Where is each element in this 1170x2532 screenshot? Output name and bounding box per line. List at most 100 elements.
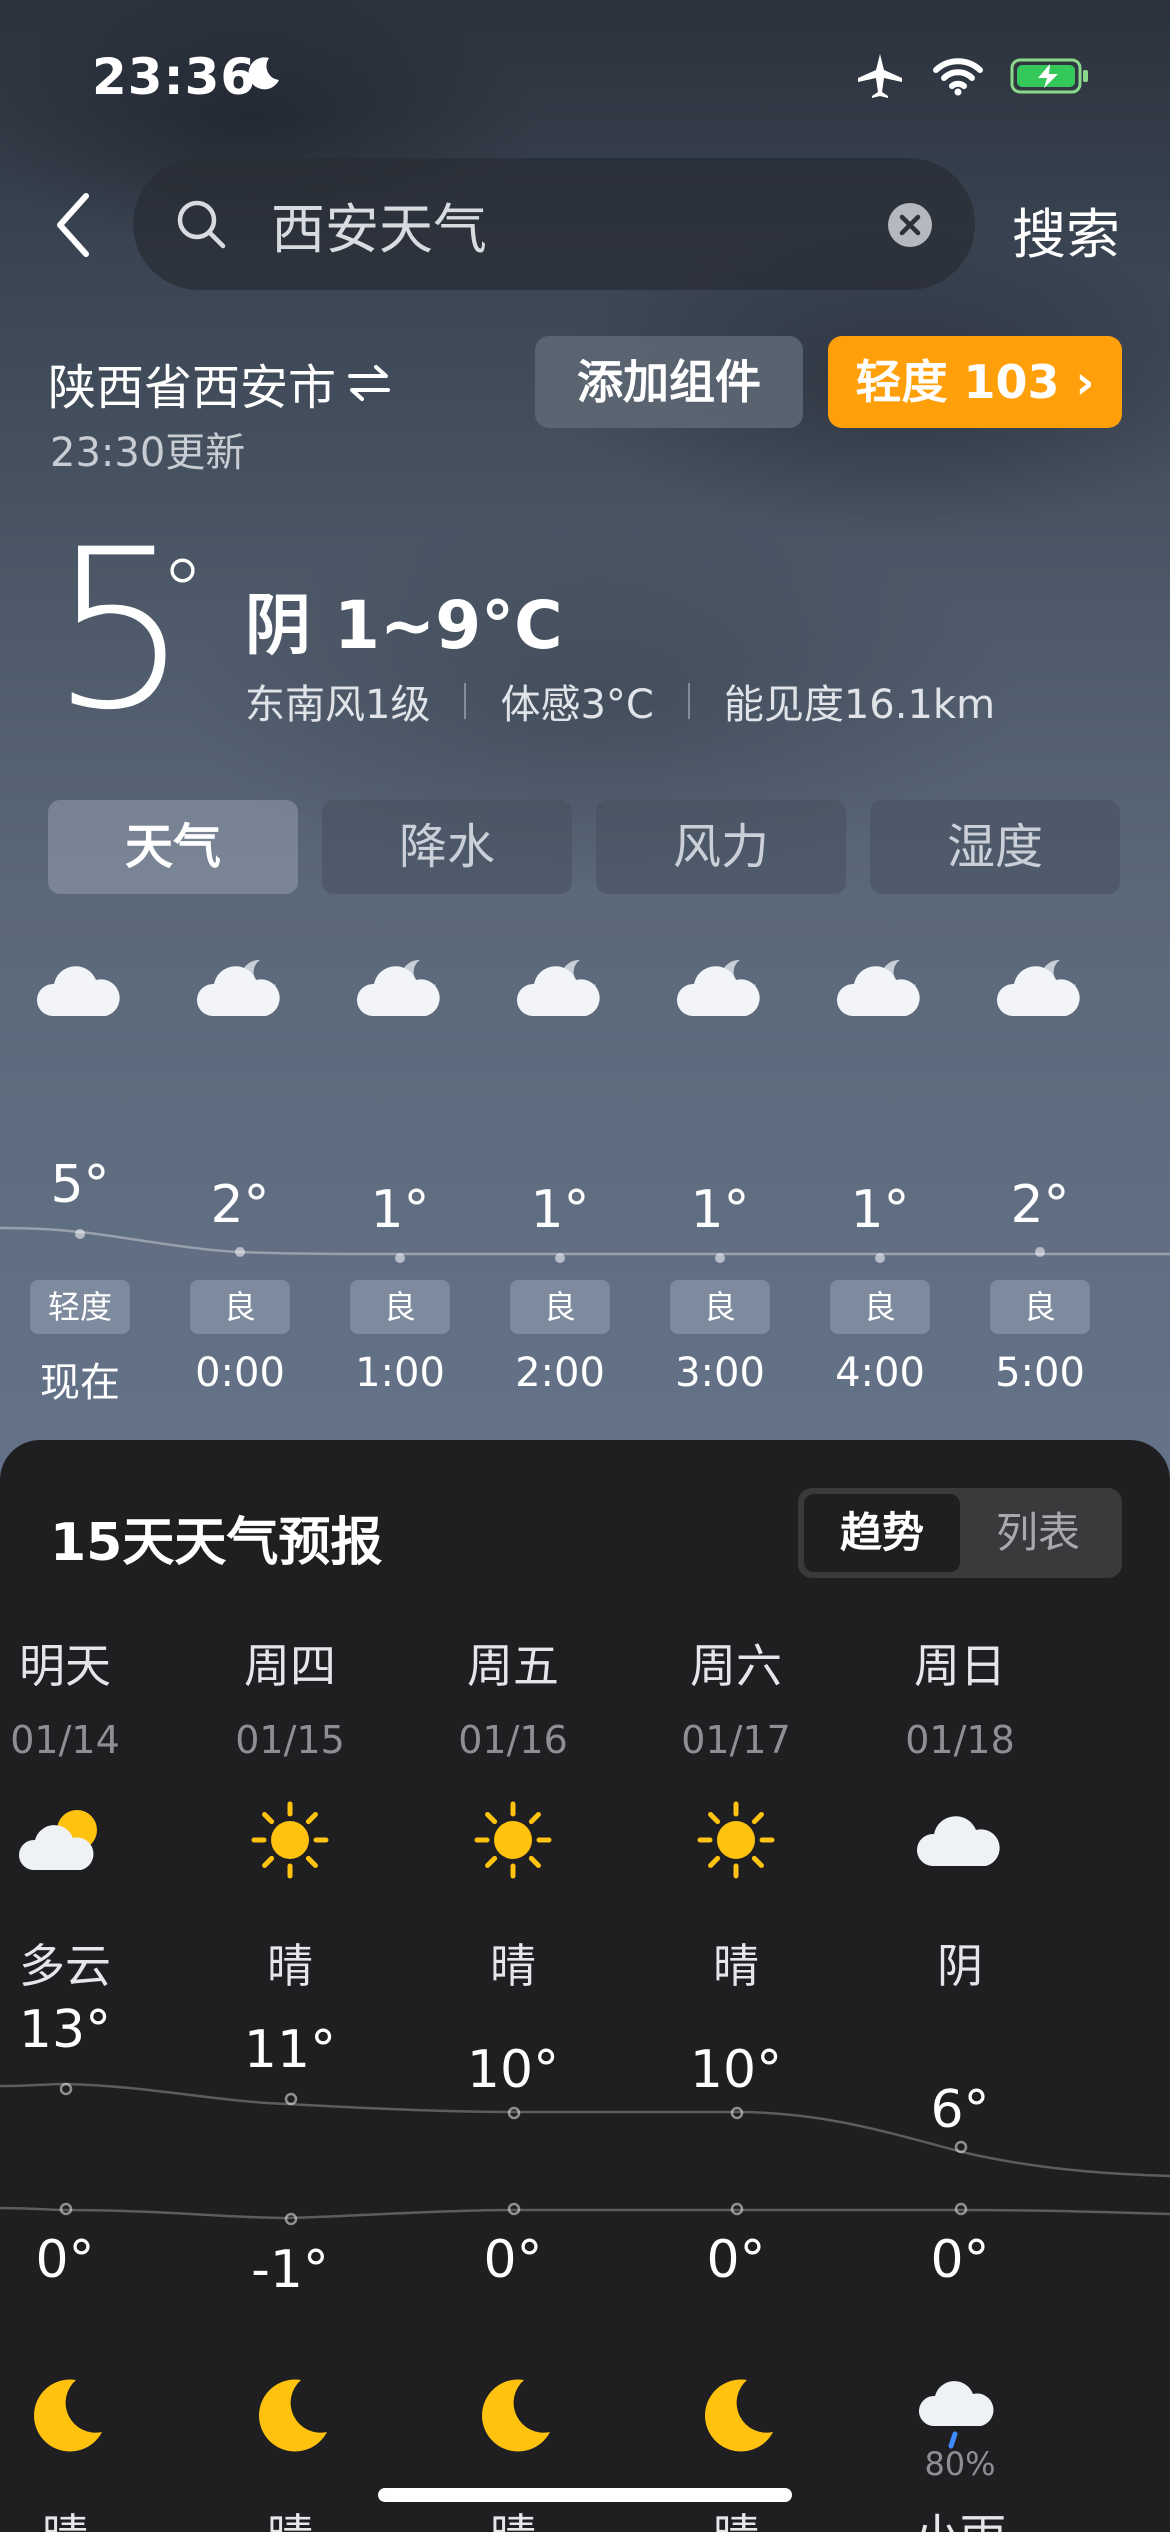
search-button[interactable]: 搜索 [1012,190,1120,269]
cloud-icon [36,966,120,1016]
day-name: 周六 [690,1639,782,1693]
moon-icon [705,2379,773,2452]
battery-charging-icon [1010,58,1088,94]
low-dot [59,2202,73,2216]
cloudy-night-icon [996,959,1080,1016]
status-icons [854,52,1090,100]
precip-probability: 80% [924,2445,996,2483]
day-low-temp: -1° [251,2240,329,2300]
hourly-aqi-badge: 良 [510,1280,610,1334]
sun-icon [474,1801,552,1879]
day-condition: 晴 [267,1939,313,1993]
divider [464,683,467,719]
day-date: 01/18 [905,1718,1015,1762]
day-date: 01/15 [235,1718,345,1762]
search-input[interactable]: 西安天气 [133,158,975,290]
hourly-item: 1° 良 1:00 [330,950,470,1396]
forecast-day[interactable]: 明天 01/14 多云 13° 0° 晴 [0,1630,155,2532]
hourly-time: 现在 [40,1360,120,1406]
feels-like: 体感3°C [500,682,654,728]
forecast-day[interactable]: 周日 01/18 阴 6° 0° 80% 小雨 [870,1630,1050,2532]
day-name: 周四 [244,1639,336,1693]
back-chevron-icon[interactable] [52,190,92,260]
night-condition: 小雨 [870,2500,1050,2532]
hourly-dot [555,1253,565,1263]
hourly-time: 0:00 [195,1350,285,1396]
hourly-aqi-badge: 轻度 [30,1280,130,1334]
hourly-item: 5° 轻度 现在 [10,950,150,1406]
hourly-dot [235,1247,245,1257]
high-dot [730,2106,744,2120]
night-condition: 晴 [0,2500,155,2532]
low-dot [954,2202,968,2216]
cloud-icon [916,1816,1000,1866]
moon-icon [34,2379,102,2452]
current-condition: 阴 1~9°C [245,587,563,664]
forecast-day[interactable]: 周四 01/15 晴 11° -1° 晴 [200,1630,380,2532]
airplane-icon [858,54,902,98]
clear-icon[interactable] [887,202,933,248]
tab-wind[interactable]: 风力 [596,800,846,894]
view-trend[interactable]: 趋势 [804,1494,960,1572]
status-time: 23:36 [92,48,257,106]
high-dot [59,2082,73,2096]
hourly-temp: 1° [690,1180,750,1240]
tab-weather[interactable]: 天气 [48,800,298,894]
aqi-button[interactable]: 轻度 103 › [828,336,1122,428]
divider [687,683,690,719]
hourly-time: 1:00 [355,1350,445,1396]
low-dot [284,2212,298,2226]
sun-icon [697,1801,775,1879]
hourly-dot [875,1253,885,1263]
hourly-dot [75,1229,85,1239]
hourly-dot [395,1253,405,1263]
hourly-temp: 5° [50,1155,110,1215]
hourly-item: 1° 良 4:00 [810,950,950,1396]
day-high-temp: 11° [243,2020,337,2080]
degree-symbol: ° [160,540,205,645]
hourly-aqi-badge: 良 [350,1280,450,1334]
view-list[interactable]: 列表 [960,1494,1116,1572]
day-condition: 阴 [937,1939,983,1993]
forecast-day[interactable]: 周五 01/16 晴 10° 0° 晴 [423,1630,603,2532]
hourly-item: 2° 良 5:00 [970,950,1110,1396]
day-low-temp: 0° [35,2230,95,2290]
hourly-item: 2° 良 0:00 [170,950,310,1396]
forecast-day[interactable]: 周六 01/17 晴 10° 0° 晴 [646,1630,826,2532]
hourly-temp: 2° [210,1175,270,1235]
hourly-dot [1035,1247,1045,1257]
high-dot [284,2092,298,2106]
day-low-temp: 0° [930,2230,990,2290]
hourly-aqi-badge: 良 [990,1280,1090,1334]
wind: 东南风1级 [245,682,431,728]
hourly-dot [715,1253,725,1263]
hourly-time: 2:00 [515,1350,605,1396]
moon-icon [482,2379,550,2452]
hourly-time: 3:00 [675,1350,765,1396]
location-switcher[interactable]: 陕西省西安市 [48,348,392,418]
forecast-title: 15天天气预报 [50,1513,383,1573]
cloudy-night-icon [516,959,600,1016]
tab-humidity[interactable]: 湿度 [870,800,1120,894]
wifi-icon [933,58,983,96]
search-query[interactable]: 西安天气 [271,185,487,264]
cloudy-night-icon [196,959,280,1016]
low-dot [507,2202,521,2216]
hourly-time: 4:00 [835,1350,925,1396]
high-dot [954,2140,968,2154]
view-toggle[interactable]: 趋势 列表 [798,1488,1122,1578]
swap-icon [348,365,391,401]
home-indicator [378,2488,792,2502]
hourly-aqi-badge: 良 [190,1280,290,1334]
night-condition: 晴 [646,2500,826,2532]
hourly-temp: 1° [370,1180,430,1240]
day-condition: 多云 [19,1939,111,1993]
add-widget-button[interactable]: 添加组件 [535,336,803,428]
hourly-temp: 1° [530,1180,590,1240]
hourly-time: 5:00 [995,1350,1085,1396]
tab-precipitation[interactable]: 降水 [322,800,572,894]
updated-time: 23:30更新 [50,430,246,476]
hourly-temp: 2° [1010,1175,1070,1235]
day-low-temp: 0° [483,2230,543,2290]
hourly-aqi-badge: 良 [670,1280,770,1334]
